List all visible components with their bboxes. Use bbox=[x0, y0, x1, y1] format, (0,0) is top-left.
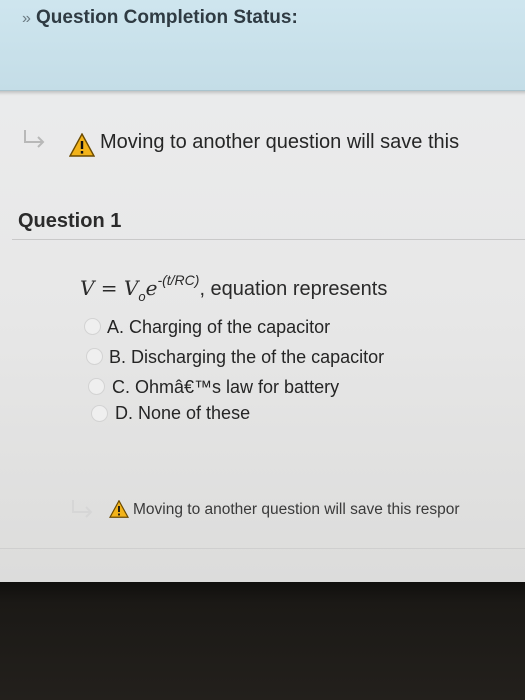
equation-lhs: V = V bbox=[80, 276, 139, 300]
save-warning-text: Moving to another question will save thi… bbox=[100, 131, 460, 153]
option-c-label[interactable]: C. Ohmâ€™s law for battery bbox=[112, 377, 339, 398]
option-d-radio[interactable] bbox=[91, 405, 108, 422]
warning-icon bbox=[69, 133, 95, 157]
section-divider bbox=[0, 548, 525, 549]
question-title: Question 1 bbox=[18, 210, 122, 232]
collapse-arrow-icon[interactable]: » bbox=[22, 10, 31, 28]
equation-exponent: -(t/RC) bbox=[157, 272, 200, 288]
equation-base: e bbox=[145, 276, 158, 300]
completion-status-panel[interactable]: » Question Completion Status: bbox=[0, 0, 525, 91]
equation-suffix: , equation represents bbox=[199, 278, 388, 300]
return-arrow-icon bbox=[72, 500, 93, 518]
option-b-label[interactable]: B. Discharging the of the capacitor bbox=[109, 347, 384, 368]
option-b-radio[interactable] bbox=[86, 348, 103, 365]
page-screen: » Question Completion Status: Moving to … bbox=[0, 0, 525, 582]
warning-icon bbox=[109, 500, 129, 518]
question-equation: V = Voe-(t/RC), equation represents bbox=[80, 272, 388, 304]
option-a-label[interactable]: A. Charging of the capacitor bbox=[107, 317, 330, 338]
option-c-radio[interactable] bbox=[88, 378, 105, 395]
option-a-radio[interactable] bbox=[84, 318, 101, 335]
save-warning-text-bottom: Moving to another question will save thi… bbox=[133, 501, 460, 518]
equation-subscript: o bbox=[138, 289, 146, 304]
return-arrow-icon bbox=[24, 130, 45, 148]
monitor-bezel bbox=[0, 582, 525, 700]
completion-status-title: Question Completion Status: bbox=[36, 7, 298, 28]
question-divider bbox=[12, 239, 525, 240]
option-d-label[interactable]: D. None of these bbox=[115, 403, 250, 424]
